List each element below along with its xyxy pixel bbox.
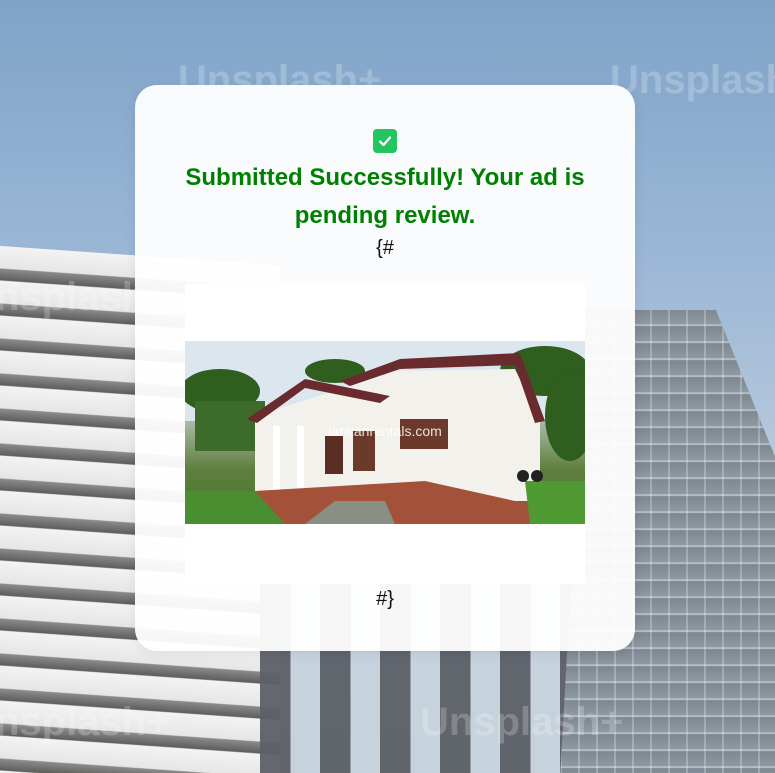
- ad-house-image: lankanrentals.com: [185, 341, 585, 524]
- bg-watermark: nsplash+: [0, 700, 170, 744]
- template-open-tag: {#: [376, 237, 394, 259]
- success-card: Submitted Successfully! Your ad is pendi…: [135, 85, 635, 651]
- check-square-icon: [373, 129, 397, 153]
- ad-image-frame: lankanrentals.com: [185, 284, 585, 584]
- bg-watermark: Unsplash+: [610, 58, 775, 102]
- image-watermark: lankanrentals.com: [328, 423, 442, 439]
- bg-watermark: Unsplash+: [420, 700, 624, 744]
- success-message: Submitted Successfully! Your ad is pendi…: [185, 164, 585, 229]
- template-close-tag: #}: [376, 588, 394, 610]
